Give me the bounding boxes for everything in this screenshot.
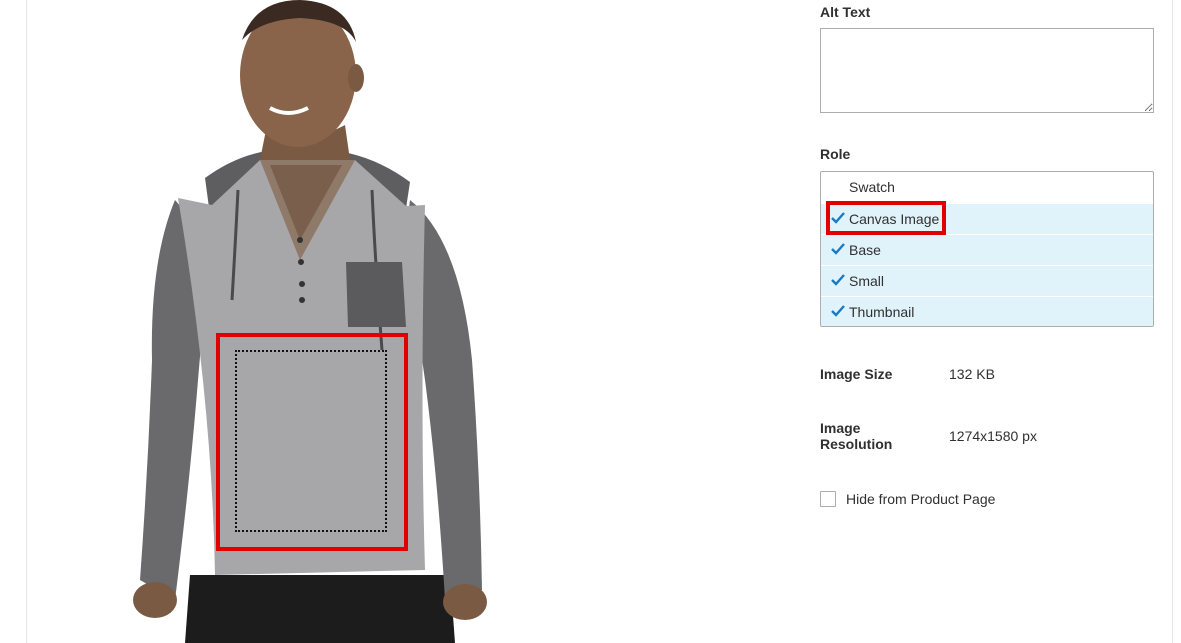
hide-from-product-page-checkbox[interactable] (820, 491, 836, 507)
image-size-value: 132 KB (949, 366, 995, 382)
role-option-label: Base (849, 242, 881, 258)
role-option-label: Small (849, 273, 885, 289)
role-option-thumbnail[interactable]: Thumbnail (821, 296, 1153, 326)
hide-from-product-page-label[interactable]: Hide from Product Page (846, 491, 995, 507)
role-multiselect[interactable]: Swatch Canvas Image Base Small Thumbnail (820, 171, 1154, 327)
role-option-label: Swatch (849, 179, 895, 195)
role-option-swatch[interactable]: Swatch (821, 172, 1153, 203)
image-size-label: Image Size (820, 366, 893, 382)
hide-from-product-page-row[interactable]: Hide from Product Page (820, 490, 995, 508)
role-option-label: Thumbnail (849, 304, 915, 320)
image-resolution-label: Image Resolution (820, 420, 893, 452)
checkmark-icon (831, 235, 847, 266)
checkmark-icon (831, 297, 847, 326)
checkmark-icon (831, 266, 847, 297)
alt-text-label: Alt Text (820, 4, 871, 20)
role-option-base[interactable]: Base (821, 234, 1153, 265)
image-resolution-value: 1274x1580 px (949, 428, 1037, 444)
canvas-image-role-highlight (826, 201, 946, 235)
panel-divider-right (1172, 0, 1173, 643)
role-option-small[interactable]: Small (821, 265, 1153, 296)
panel-divider-left (26, 0, 27, 643)
canvas-print-area[interactable] (235, 350, 387, 532)
canvas-area-highlight (216, 333, 408, 551)
role-label: Role (820, 146, 851, 162)
alt-text-input[interactable] (820, 28, 1154, 113)
